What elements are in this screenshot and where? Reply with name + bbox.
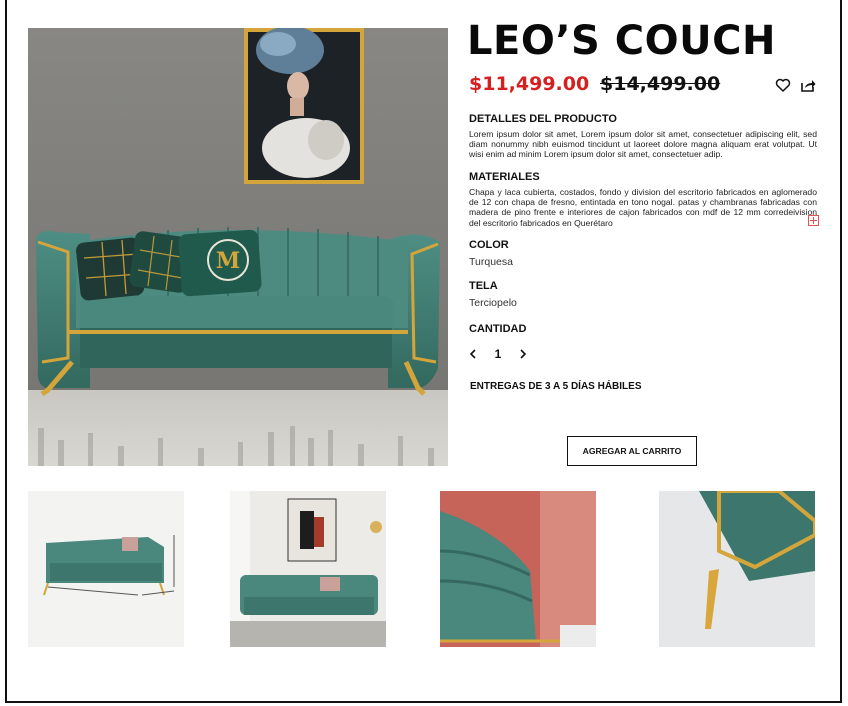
materials-heading: MATERIALES [469,171,540,183]
original-price: $14,499.00 [600,73,721,95]
fabric-value: Terciopelo [469,297,517,309]
sale-price: $11,499.00 [469,73,590,95]
thumbnail-4[interactable] [659,491,815,647]
expand-icon[interactable] [808,213,819,226]
chevron-right-icon[interactable] [516,344,530,364]
thumbnail-1[interactable] [28,491,184,647]
fabric-heading: TELA [469,280,498,292]
details-text: Lorem ipsum dolor sit amet, Lorem ipsum … [469,129,817,160]
chevron-left-icon[interactable] [466,344,480,364]
thumbnail-2[interactable] [230,491,386,647]
delivery-note: ENTREGAS DE 3 A 5 DÍAS HÁBILES [470,381,642,392]
color-heading: COLOR [469,239,509,251]
svg-text:M: M [216,248,240,274]
details-heading: DETALLES DEL PRODUCTO [469,113,617,125]
quantity-value[interactable]: 1 [495,347,502,361]
main-product-image: M [28,28,448,466]
heart-icon[interactable] [775,77,791,93]
add-to-cart-button[interactable]: AGREGAR AL CARRITO [567,436,697,466]
color-value: Turquesa [469,256,513,268]
quantity-heading: CANTIDAD [469,323,527,335]
materials-text: Chapa y laca cubierta, costados, fondo y… [469,187,817,228]
product-title: LEO’S COUCH [467,18,776,64]
share-icon[interactable] [800,77,816,93]
quantity-stepper: 1 [466,343,530,365]
thumbnail-3[interactable] [440,491,596,647]
